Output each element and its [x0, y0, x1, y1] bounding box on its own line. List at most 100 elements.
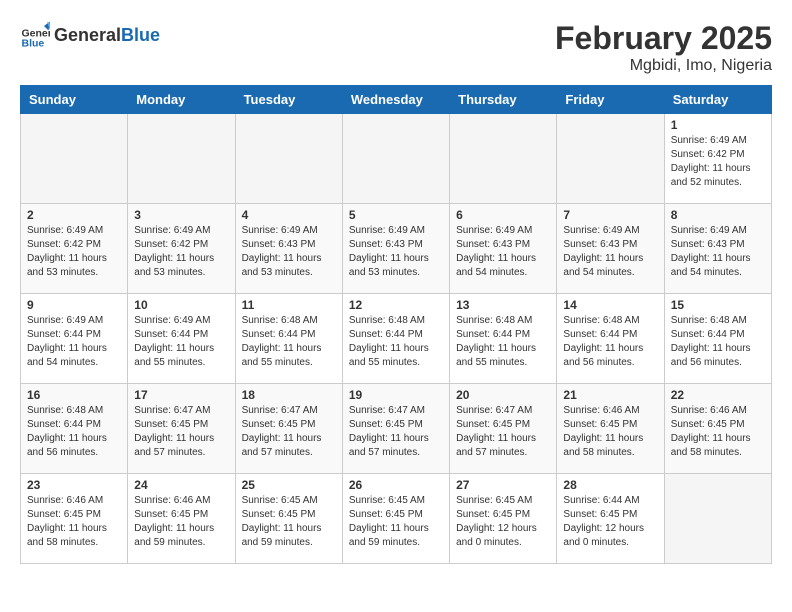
day-number: 17	[134, 388, 228, 402]
calendar-cell: 8 Sunrise: 6:49 AM Sunset: 6:43 PM Daylig…	[664, 204, 771, 294]
calendar-cell: 26 Sunrise: 6:45 AM Sunset: 6:45 PM Dayli…	[342, 474, 449, 564]
day-info: Sunrise: 6:47 AM Sunset: 6:45 PM Dayligh…	[349, 404, 443, 460]
weekday-header-monday: Monday	[128, 86, 235, 114]
calendar-table: SundayMondayTuesdayWednesdayThursdayFrid…	[20, 85, 772, 564]
page-header: General Blue GeneralBlue February 2025 M…	[20, 20, 772, 75]
day-number: 12	[349, 298, 443, 312]
day-number: 21	[563, 388, 657, 402]
day-info: Sunrise: 6:49 AM Sunset: 6:44 PM Dayligh…	[134, 314, 228, 370]
day-info: Sunrise: 6:49 AM Sunset: 6:44 PM Dayligh…	[27, 314, 121, 370]
calendar-cell	[342, 114, 449, 204]
day-number: 25	[242, 478, 336, 492]
location-subtitle: Mgbidi, Imo, Nigeria	[555, 57, 772, 75]
day-info: Sunrise: 6:48 AM Sunset: 6:44 PM Dayligh…	[242, 314, 336, 370]
day-info: Sunrise: 6:46 AM Sunset: 6:45 PM Dayligh…	[563, 404, 657, 460]
calendar-cell: 14 Sunrise: 6:48 AM Sunset: 6:44 PM Dayli…	[557, 294, 664, 384]
calendar-cell: 5 Sunrise: 6:49 AM Sunset: 6:43 PM Daylig…	[342, 204, 449, 294]
day-info: Sunrise: 6:48 AM Sunset: 6:44 PM Dayligh…	[563, 314, 657, 370]
calendar-cell	[235, 114, 342, 204]
day-info: Sunrise: 6:46 AM Sunset: 6:45 PM Dayligh…	[134, 494, 228, 550]
day-number: 14	[563, 298, 657, 312]
day-number: 8	[671, 208, 765, 222]
weekday-header-wednesday: Wednesday	[342, 86, 449, 114]
day-info: Sunrise: 6:48 AM Sunset: 6:44 PM Dayligh…	[456, 314, 550, 370]
day-info: Sunrise: 6:47 AM Sunset: 6:45 PM Dayligh…	[134, 404, 228, 460]
logo-text-block: GeneralBlue	[54, 25, 160, 46]
day-number: 28	[563, 478, 657, 492]
calendar-cell: 6Sunrise: 6:49 AM Sunset: 6:43 PM Daylig…	[450, 204, 557, 294]
weekday-header-friday: Friday	[557, 86, 664, 114]
day-number: 16	[27, 388, 121, 402]
svg-text:Blue: Blue	[22, 37, 45, 49]
calendar-cell: 1Sunrise: 6:49 AM Sunset: 6:42 PM Daylig…	[664, 114, 771, 204]
day-info: Sunrise: 6:49 AM Sunset: 6:42 PM Dayligh…	[134, 224, 228, 280]
day-number: 7	[563, 208, 657, 222]
day-info: Sunrise: 6:45 AM Sunset: 6:45 PM Dayligh…	[349, 494, 443, 550]
day-info: Sunrise: 6:49 AM Sunset: 6:43 PM Dayligh…	[563, 224, 657, 280]
calendar-cell: 11 Sunrise: 6:48 AM Sunset: 6:44 PM Dayli…	[235, 294, 342, 384]
calendar-cell: 10 Sunrise: 6:49 AM Sunset: 6:44 PM Dayli…	[128, 294, 235, 384]
day-number: 19	[349, 388, 443, 402]
logo-icon: General Blue	[20, 20, 50, 50]
day-number: 10	[134, 298, 228, 312]
day-info: Sunrise: 6:48 AM Sunset: 6:44 PM Dayligh…	[671, 314, 765, 370]
day-info: Sunrise: 6:45 AM Sunset: 6:45 PM Dayligh…	[242, 494, 336, 550]
day-number: 1	[671, 118, 765, 132]
calendar-cell: 22 Sunrise: 6:46 AM Sunset: 6:45 PM Dayli…	[664, 384, 771, 474]
day-number: 13	[456, 298, 550, 312]
calendar-cell: 12 Sunrise: 6:48 AM Sunset: 6:44 PM Dayli…	[342, 294, 449, 384]
day-info: Sunrise: 6:49 AM Sunset: 6:43 PM Dayligh…	[242, 224, 336, 280]
day-info: Sunrise: 6:49 AM Sunset: 6:42 PM Dayligh…	[27, 224, 121, 280]
calendar-week-1: 1Sunrise: 6:49 AM Sunset: 6:42 PM Daylig…	[21, 114, 772, 204]
day-number: 5	[349, 208, 443, 222]
calendar-cell: 19 Sunrise: 6:47 AM Sunset: 6:45 PM Dayli…	[342, 384, 449, 474]
day-number: 15	[671, 298, 765, 312]
calendar-cell: 4 Sunrise: 6:49 AM Sunset: 6:43 PM Daylig…	[235, 204, 342, 294]
calendar-cell: 7 Sunrise: 6:49 AM Sunset: 6:43 PM Daylig…	[557, 204, 664, 294]
calendar-week-4: 16 Sunrise: 6:48 AM Sunset: 6:44 PM Dayli…	[21, 384, 772, 474]
calendar-cell: 23 Sunrise: 6:46 AM Sunset: 6:45 PM Dayli…	[21, 474, 128, 564]
calendar-cell: 27Sunrise: 6:45 AM Sunset: 6:45 PM Dayli…	[450, 474, 557, 564]
calendar-cell: 3 Sunrise: 6:49 AM Sunset: 6:42 PM Daylig…	[128, 204, 235, 294]
month-year-title: February 2025	[555, 20, 772, 57]
day-number: 4	[242, 208, 336, 222]
day-info: Sunrise: 6:47 AM Sunset: 6:45 PM Dayligh…	[456, 404, 550, 460]
day-info: Sunrise: 6:49 AM Sunset: 6:43 PM Dayligh…	[671, 224, 765, 280]
day-number: 24	[134, 478, 228, 492]
day-number: 23	[27, 478, 121, 492]
calendar-cell: 25 Sunrise: 6:45 AM Sunset: 6:45 PM Dayli…	[235, 474, 342, 564]
logo-general: General	[54, 25, 121, 45]
calendar-cell: 17 Sunrise: 6:47 AM Sunset: 6:45 PM Dayli…	[128, 384, 235, 474]
day-info: Sunrise: 6:48 AM Sunset: 6:44 PM Dayligh…	[27, 404, 121, 460]
day-number: 2	[27, 208, 121, 222]
day-number: 18	[242, 388, 336, 402]
calendar-cell: 13 Sunrise: 6:48 AM Sunset: 6:44 PM Dayli…	[450, 294, 557, 384]
day-number: 11	[242, 298, 336, 312]
calendar-cell: 15 Sunrise: 6:48 AM Sunset: 6:44 PM Dayli…	[664, 294, 771, 384]
title-block: February 2025 Mgbidi, Imo, Nigeria	[555, 20, 772, 75]
day-number: 22	[671, 388, 765, 402]
logo: General Blue GeneralBlue	[20, 20, 160, 50]
calendar-cell: 24 Sunrise: 6:46 AM Sunset: 6:45 PM Dayli…	[128, 474, 235, 564]
calendar-cell: 9Sunrise: 6:49 AM Sunset: 6:44 PM Daylig…	[21, 294, 128, 384]
day-info: Sunrise: 6:49 AM Sunset: 6:43 PM Dayligh…	[349, 224, 443, 280]
calendar-header-row: SundayMondayTuesdayWednesdayThursdayFrid…	[21, 86, 772, 114]
calendar-cell: 18Sunrise: 6:47 AM Sunset: 6:45 PM Dayli…	[235, 384, 342, 474]
day-info: Sunrise: 6:48 AM Sunset: 6:44 PM Dayligh…	[349, 314, 443, 370]
day-number: 3	[134, 208, 228, 222]
calendar-cell	[21, 114, 128, 204]
day-info: Sunrise: 6:45 AM Sunset: 6:45 PM Dayligh…	[456, 494, 550, 550]
day-number: 20	[456, 388, 550, 402]
calendar-cell: 28Sunrise: 6:44 AM Sunset: 6:45 PM Dayli…	[557, 474, 664, 564]
calendar-cell: 21 Sunrise: 6:46 AM Sunset: 6:45 PM Dayli…	[557, 384, 664, 474]
calendar-week-2: 2 Sunrise: 6:49 AM Sunset: 6:42 PM Daylig…	[21, 204, 772, 294]
calendar-cell	[450, 114, 557, 204]
calendar-cell: 2 Sunrise: 6:49 AM Sunset: 6:42 PM Daylig…	[21, 204, 128, 294]
calendar-cell: 20 Sunrise: 6:47 AM Sunset: 6:45 PM Dayli…	[450, 384, 557, 474]
day-info: Sunrise: 6:46 AM Sunset: 6:45 PM Dayligh…	[671, 404, 765, 460]
day-number: 26	[349, 478, 443, 492]
day-info: Sunrise: 6:46 AM Sunset: 6:45 PM Dayligh…	[27, 494, 121, 550]
calendar-cell	[128, 114, 235, 204]
calendar-week-5: 23 Sunrise: 6:46 AM Sunset: 6:45 PM Dayli…	[21, 474, 772, 564]
calendar-cell	[664, 474, 771, 564]
